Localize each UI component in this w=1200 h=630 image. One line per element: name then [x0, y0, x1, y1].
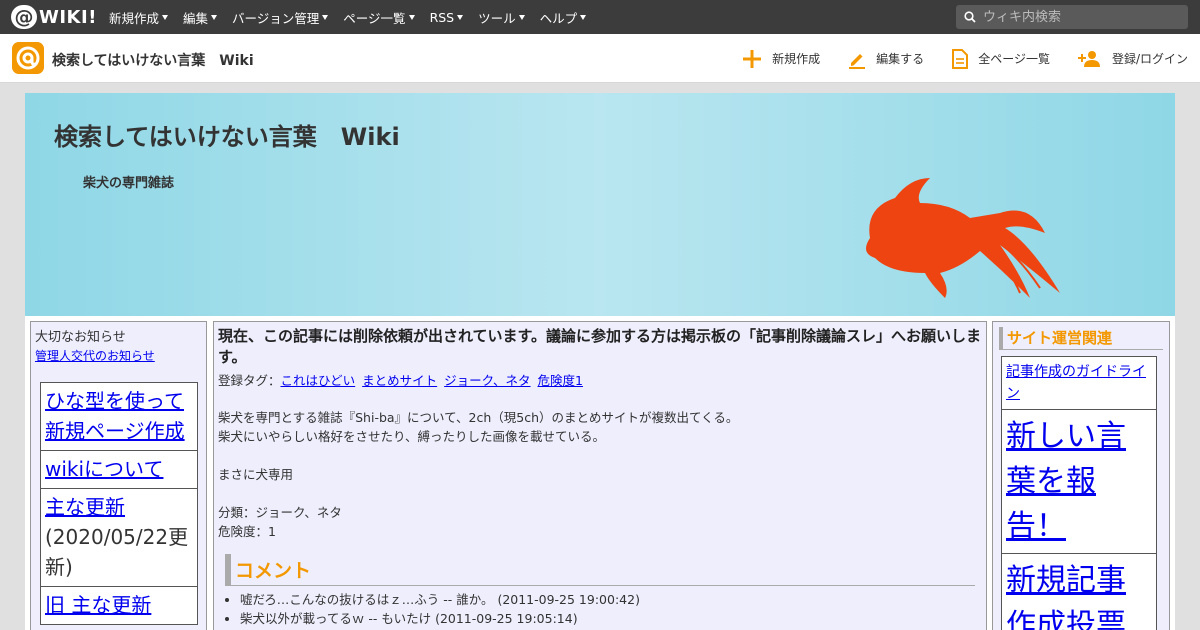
menu-new[interactable]: 新規作成 — [109, 8, 169, 27]
article-paragraph: 柴犬にいやらしい格好をさせたり、縛ったりした画像を載せている。 — [218, 429, 606, 444]
pencil-icon — [849, 53, 866, 69]
top-navigation-bar: @ WIKI! 新規作成 編集 バージョン管理 ページ一覧 RSS ツール ヘル… — [0, 0, 1200, 34]
logo-text: WIKI! — [39, 6, 97, 28]
comment-list: 嘘だろ…こんなの抜けるはｚ…ふう -- 誰か。 (2011-09-25 19:0… — [240, 590, 982, 628]
updates-date: (2020/05/22更新) — [45, 525, 189, 579]
search-icon — [964, 11, 976, 23]
plus-icon — [743, 49, 762, 68]
report-word-link[interactable]: 新しい言葉を報告！ — [1006, 419, 1126, 544]
left-menu: 大切なお知らせ 管理人交代のお知らせ ひな型を使って新規ページ作成 wikiにつ… — [30, 321, 207, 630]
notice-link[interactable]: 管理人交代のお知らせ — [35, 347, 202, 364]
at-logo-icon: @ — [11, 5, 37, 29]
tag-link[interactable]: ジョーク、ネタ — [444, 373, 530, 388]
menu-page-list[interactable]: ページ一覧 — [343, 8, 415, 27]
caret-down-icon — [457, 14, 464, 20]
top-menu: 新規作成 編集 バージョン管理 ページ一覧 RSS ツール ヘルプ — [109, 0, 601, 34]
right-menu: サイト運営関連 記事作成のガイドライン 新しい言葉を報告！ 新規記事作成投票 — [992, 321, 1170, 630]
tag-link[interactable]: 危険度1 — [538, 373, 583, 388]
deletion-notice: 現在、この記事には削除依頼が出されています。議論に参加する方は掲示板の「記事削除… — [218, 327, 982, 366]
edit-button[interactable]: 編集する — [848, 49, 924, 69]
menu-help[interactable]: ヘルプ — [540, 8, 587, 27]
menu-version[interactable]: バージョン管理 — [232, 8, 329, 27]
banner-title: 検索してはいけない言葉 Wiki — [54, 123, 400, 151]
search-input[interactable] — [983, 5, 1183, 29]
atwiki-logo[interactable]: @ WIKI! — [11, 5, 97, 29]
danger-level-text: 危険度：1 — [218, 524, 276, 539]
left-cell-about: wikiについて — [41, 451, 197, 489]
updates-link[interactable]: 主な更新 — [45, 495, 125, 519]
comment-item: 柴犬以外が載ってるｗ -- もいたけ (2011-09-25 19:05:14) — [240, 609, 982, 628]
new-article-vote-link[interactable]: 新規記事作成投票 — [1006, 563, 1126, 630]
tag-link[interactable]: まとめサイト — [362, 373, 437, 388]
tag-link[interactable]: これはひどい — [281, 373, 356, 388]
comment-item: 嘘だろ…こんなの抜けるはｚ…ふう -- 誰か。 (2011-09-25 19:0… — [240, 590, 982, 609]
old-updates-link[interactable]: 旧 主な更新 — [45, 593, 151, 617]
goldfish-illustration — [866, 178, 1060, 298]
login-button[interactable]: 登録/ログイン — [1077, 49, 1188, 69]
add-user-icon — [1077, 50, 1100, 67]
site-title[interactable]: 検索してはいけない言葉 Wiki — [52, 50, 254, 70]
right-cell-vote: 新規記事作成投票 — [1002, 554, 1156, 630]
site-management-heading: サイト運営関連 — [999, 327, 1163, 350]
search-box — [956, 5, 1188, 29]
template-page-link[interactable]: ひな型を使って新規ページ作成 — [45, 389, 185, 443]
left-cell-old-updates: 旧 主な更新 — [41, 587, 197, 624]
site-header: 検索してはいけない言葉 Wiki 新規作成 編集する 全ページ一覧 登録/ログイ… — [0, 34, 1200, 83]
comment-heading: コメント — [225, 554, 975, 586]
tag-list: 登録タグ：これはひどい まとめサイト ジョーク、ネタ 危険度1 — [218, 370, 982, 389]
menu-tools[interactable]: ツール — [478, 8, 525, 27]
caret-down-icon — [162, 14, 169, 20]
wiki-banner: 検索してはいけない言葉 Wiki 柴犬の専門雑誌 — [25, 93, 1175, 316]
document-icon — [952, 48, 969, 69]
main-content: 現在、この記事には削除依頼が出されています。議論に参加する方は掲示板の「記事削除… — [213, 321, 987, 630]
left-link-box: ひな型を使って新規ページ作成 wikiについて 主な更新 (2020/05/22更… — [40, 382, 198, 625]
site-logo-icon[interactable] — [12, 42, 44, 74]
caret-down-icon — [580, 14, 587, 20]
about-wiki-link[interactable]: wikiについて — [45, 457, 163, 481]
right-cell-report: 新しい言葉を報告！ — [1002, 410, 1156, 554]
article-paragraph: まさに犬専用 — [218, 467, 294, 482]
right-cell-guideline: 記事作成のガイドライン — [1002, 357, 1156, 410]
caret-down-icon — [322, 14, 329, 20]
caret-down-icon — [211, 14, 218, 20]
site-actions: 新規作成 編集する 全ページ一覧 登録/ログイン — [714, 34, 1188, 83]
right-link-box: 記事作成のガイドライン 新しい言葉を報告！ 新規記事作成投票 — [1001, 356, 1157, 630]
notice-heading: 大切なお知らせ — [35, 330, 126, 345]
menu-edit[interactable]: 編集 — [183, 8, 218, 27]
all-pages-button[interactable]: 全ページ一覧 — [952, 48, 1050, 69]
caret-down-icon — [518, 14, 525, 20]
caret-down-icon — [408, 14, 415, 20]
guideline-link[interactable]: 記事作成のガイドライン — [1006, 364, 1146, 402]
left-cell-updates: 主な更新 (2020/05/22更新) — [41, 489, 197, 587]
left-cell-template: ひな型を使って新規ページ作成 — [41, 383, 197, 451]
menu-rss[interactable]: RSS — [430, 10, 464, 25]
banner-subtitle: 柴犬の専門雑誌 — [83, 176, 175, 191]
article-paragraph: 柴犬を専門とする雑誌『Shi-ba』について、2ch（現5ch）のまとめサイトが… — [218, 410, 739, 425]
tags-label: 登録タグ： — [218, 373, 281, 388]
new-page-button[interactable]: 新規作成 — [742, 49, 820, 69]
category-text: 分類：ジョーク、ネタ — [218, 505, 342, 520]
